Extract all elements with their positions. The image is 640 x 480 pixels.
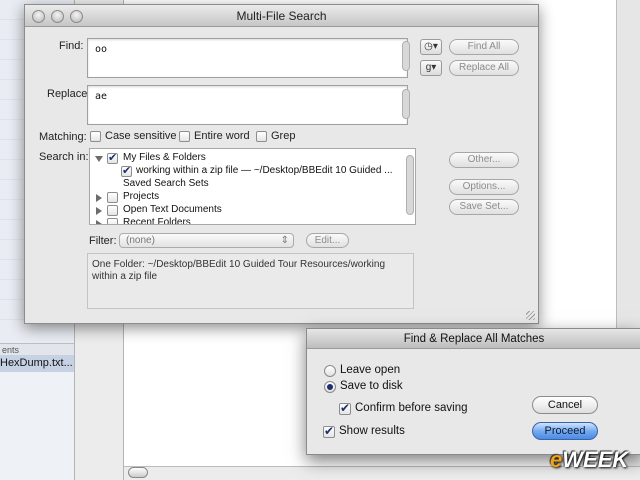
source-checkbox[interactable] (121, 164, 132, 177)
edit-filter-button[interactable]: Edit... (306, 233, 349, 248)
window-title: Multi-File Search (25, 5, 538, 27)
history-menu-button[interactable]: ◷▾ (420, 39, 442, 55)
cancel-button[interactable]: Cancel (532, 396, 598, 414)
search-sources-list[interactable]: My Files & Folders working within a zip … (89, 148, 416, 225)
sources-list-scrollbar[interactable] (406, 155, 414, 215)
search-summary: One Folder: ~/Desktop/BBEdit 10 Guided T… (87, 253, 414, 309)
leave-open-label: Leave open (340, 364, 401, 376)
logo-text: WEEK (562, 447, 629, 472)
logo-prefix: e (550, 447, 563, 472)
close-window-button[interactable] (32, 10, 45, 23)
entire-word-label: Entire word (194, 130, 250, 142)
source-checkbox[interactable] (107, 151, 118, 164)
confirm-before-saving-label: Confirm before saving (355, 402, 468, 414)
disclosure-triangle-icon[interactable] (96, 220, 102, 224)
case-sensitive-checkbox[interactable] (90, 131, 101, 142)
eweek-logo: eWEEK (550, 447, 628, 473)
case-sensitive-label: Case sensitive (105, 130, 177, 142)
confirm-before-saving-checkbox[interactable] (339, 401, 351, 415)
save-to-disk-label: Save to disk (340, 380, 403, 392)
save-to-disk-radio[interactable] (324, 381, 336, 393)
multi-file-search-window: Multi-File Search Find: oo Replace: ae ◷… (24, 4, 539, 324)
source-checkbox[interactable] (107, 192, 118, 203)
list-item[interactable]: working within a zip file — ~/Desktop/BB… (90, 164, 400, 178)
save-set-button[interactable]: Save Set... (449, 199, 519, 215)
list-item[interactable]: Projects (90, 191, 400, 204)
find-all-button[interactable]: Find All (449, 39, 519, 55)
other-button[interactable]: Other... (449, 152, 519, 168)
entire-word-checkbox[interactable] (179, 131, 190, 142)
find-label: Find: (59, 40, 84, 52)
filter-select[interactable]: (none) ⇕ (119, 233, 294, 248)
search-in-label: Search in: (39, 151, 89, 163)
show-results-label: Show results (339, 425, 405, 437)
replace-field-scrollbar[interactable] (402, 89, 410, 119)
source-label: working within a zip file — ~/Desktop/BB… (136, 165, 393, 176)
source-label: Open Text Documents (123, 204, 222, 215)
stepper-arrows-icon: ⇕ (280, 235, 289, 246)
disclosure-triangle-icon[interactable] (95, 156, 103, 162)
clock-icon: ◷▾ (424, 41, 438, 52)
source-checkbox[interactable] (107, 218, 118, 224)
disclosure-triangle-icon[interactable] (96, 207, 102, 215)
source-checkbox[interactable] (107, 205, 118, 216)
proceed-button[interactable]: Proceed (532, 422, 598, 440)
sidebar-section-header: ents (0, 343, 74, 355)
show-results-checkbox[interactable] (323, 424, 335, 438)
minimize-window-button[interactable] (51, 10, 64, 23)
chevron-down-icon: ▾ (431, 62, 437, 73)
sidebar-selected-file[interactable]: HexDump.txt... (0, 355, 74, 372)
replace-all-button[interactable]: Replace All (449, 60, 519, 76)
filter-value: (none) (126, 235, 155, 246)
find-replace-all-sheet: Find & Replace All Matches Leave open Sa… (306, 328, 640, 455)
leave-open-radio[interactable] (324, 365, 336, 377)
editor-horizontal-scroll-thumb[interactable] (128, 467, 148, 478)
options-button[interactable]: Options... (449, 179, 519, 195)
source-label: Recent Folders (123, 217, 191, 225)
filter-label: Filter: (89, 235, 117, 247)
list-item[interactable]: Saved Search Sets (90, 178, 400, 191)
source-label: Saved Search Sets (123, 178, 209, 189)
find-field-scrollbar[interactable] (402, 41, 410, 71)
zoom-window-button[interactable] (70, 10, 83, 23)
sheet-title: Find & Replace All Matches (307, 329, 640, 349)
replace-field[interactable]: ae (87, 85, 408, 125)
source-label: Projects (123, 191, 160, 202)
list-item[interactable]: My Files & Folders (90, 151, 400, 165)
sidebar-empty-area (0, 372, 74, 480)
find-field[interactable]: oo (87, 38, 408, 78)
source-label: My Files & Folders (123, 152, 206, 163)
list-item[interactable]: Recent Folders (90, 217, 400, 225)
grep-pattern-menu-button[interactable]: g▾ (420, 60, 442, 76)
list-item[interactable]: Open Text Documents (90, 204, 400, 217)
matching-label: Matching: (39, 131, 87, 143)
grep-label: Grep (271, 130, 296, 142)
disclosure-triangle-icon[interactable] (96, 194, 102, 202)
replace-label: Replace: (47, 88, 91, 100)
resize-grip-icon[interactable] (526, 311, 535, 320)
grep-checkbox[interactable] (256, 131, 267, 142)
